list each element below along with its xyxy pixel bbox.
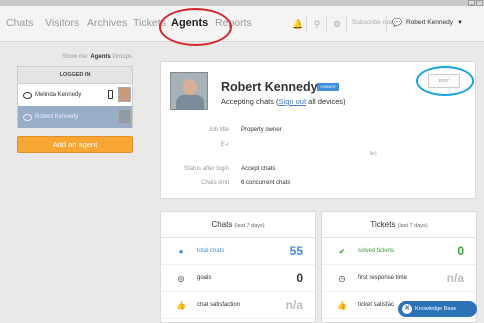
tickets-card-header: Tickets (last 7 days) <box>322 212 476 238</box>
divider <box>346 16 347 32</box>
profile-status: Accepting chats (Sign out all devices) <box>221 97 346 106</box>
search-icon[interactable]: ⚲ <box>312 19 322 29</box>
agents-panel: LOGGED IN Melinda Kennedy Robert Kennedy <box>17 66 133 128</box>
profile-name: Robert Kennedy <box>221 80 318 94</box>
job-title-label: Job title <box>208 127 229 133</box>
chats-card-header: Chats (last 7 days) <box>161 212 315 238</box>
show-me-label: Show me: <box>62 54 89 60</box>
card-title: Chats <box>211 220 233 229</box>
status-text: Accepting chats ( <box>221 97 279 106</box>
chat-bubble-icon: ● <box>178 247 184 256</box>
stat-row[interactable]: ✔ solved tickets 0 <box>322 239 476 265</box>
check-icon: ✔ <box>338 247 346 256</box>
stat-label: ticket satisfac <box>358 302 395 308</box>
divider <box>386 16 387 32</box>
agent-row[interactable]: Melinda Kennedy <box>18 84 132 106</box>
thumbs-up-icon: 👍 <box>337 301 347 310</box>
nav-visitors[interactable]: Visitors <box>45 17 79 29</box>
stat-label: goals <box>197 275 212 281</box>
avatar <box>118 109 131 124</box>
chat-icon <box>23 113 32 121</box>
card-title: Tickets <box>370 220 396 229</box>
stat-row: ◎ goals 0 <box>161 266 315 292</box>
knowledge-base-button[interactable]: ✕ Knowledge Base <box>398 301 477 317</box>
nav-chats[interactable]: Chats <box>6 17 33 29</box>
chats-limit-label: Chats limit <box>200 180 229 186</box>
highlight-circle-edit <box>416 66 474 96</box>
divider <box>326 16 327 32</box>
stat-value: n/a <box>446 271 464 285</box>
stat-label: first response time <box>358 275 408 281</box>
chats-limit-value: 6 concurrent chats <box>241 180 291 186</box>
stat-label: chat satisfaction <box>197 302 241 308</box>
status-suffix: all devices) <box>306 97 346 106</box>
filter-groups[interactable]: Groups <box>112 54 132 60</box>
stat-value: 0 <box>457 244 464 258</box>
help-icon: ✕ <box>402 304 412 314</box>
stat-row: 👍 chat satisfaction n/a <box>161 293 315 319</box>
job-title-value: Property owner <box>241 127 282 133</box>
email-fragment: ile) <box>370 151 377 157</box>
stat-row[interactable]: ● total chats 55 <box>161 239 315 265</box>
goals-icon: ◎ <box>177 274 185 283</box>
avatar <box>118 87 131 102</box>
user-menu[interactable]: 💬 Robert Kennedy ▼ <box>392 18 463 27</box>
chats-stats-card: Chats (last 7 days) ● total chats 55 ◎ g… <box>160 211 316 323</box>
stat-value: n/a <box>285 298 303 312</box>
subscribe-link[interactable]: Subscribe now <box>352 19 395 26</box>
stat-label: solved tickets <box>358 248 395 254</box>
user-menu-name: Robert Kennedy <box>405 19 453 26</box>
owner-badge: OWNER <box>317 83 339 91</box>
chat-icon <box>23 91 32 99</box>
add-agent-button[interactable]: Add an agent <box>17 136 133 153</box>
logged-in-header: LOGGED IN <box>18 67 132 84</box>
stat-value: 0 <box>296 271 303 285</box>
card-period: (last 7 days) <box>397 223 428 229</box>
sign-out-link[interactable]: Sign out <box>279 97 307 106</box>
caret-down-icon: ▼ <box>456 19 463 26</box>
divider <box>306 16 307 32</box>
agent-name: Robert Kennedy <box>35 114 79 120</box>
clock-icon: ◷ <box>338 274 346 283</box>
agent-row-selected[interactable]: Robert Kennedy <box>18 106 132 128</box>
highlight-circle-agents <box>159 8 232 46</box>
knowledge-base-label: Knowledge Base <box>415 306 457 312</box>
stat-value: 55 <box>289 244 303 258</box>
top-navigation: Chats Visitors Archives Tickets Agents R… <box>0 6 484 46</box>
filter-agents[interactable]: Agents <box>90 54 110 60</box>
email-label: E-r <box>221 142 229 148</box>
show-me-filter: Show me: Agents Groups <box>62 54 132 60</box>
agent-name: Melinda Kennedy <box>35 92 82 98</box>
thumbs-up-icon: 👍 <box>176 301 186 310</box>
nav-archives[interactable]: Archives <box>87 17 127 29</box>
chat-bubble-icon: 💬 <box>392 18 402 27</box>
mobile-icon <box>108 90 113 99</box>
bell-icon[interactable]: 🔔 <box>292 19 303 29</box>
card-period: (last 7 days) <box>234 223 265 229</box>
stat-row: ◷ first response time n/a <box>322 266 476 292</box>
status-after-login-label: Status after login <box>183 166 229 172</box>
stat-label: total chats <box>197 248 225 254</box>
gear-icon[interactable]: ⚙ <box>332 19 342 29</box>
profile-avatar <box>170 72 208 110</box>
status-after-login-value: Accept chats <box>241 166 276 172</box>
